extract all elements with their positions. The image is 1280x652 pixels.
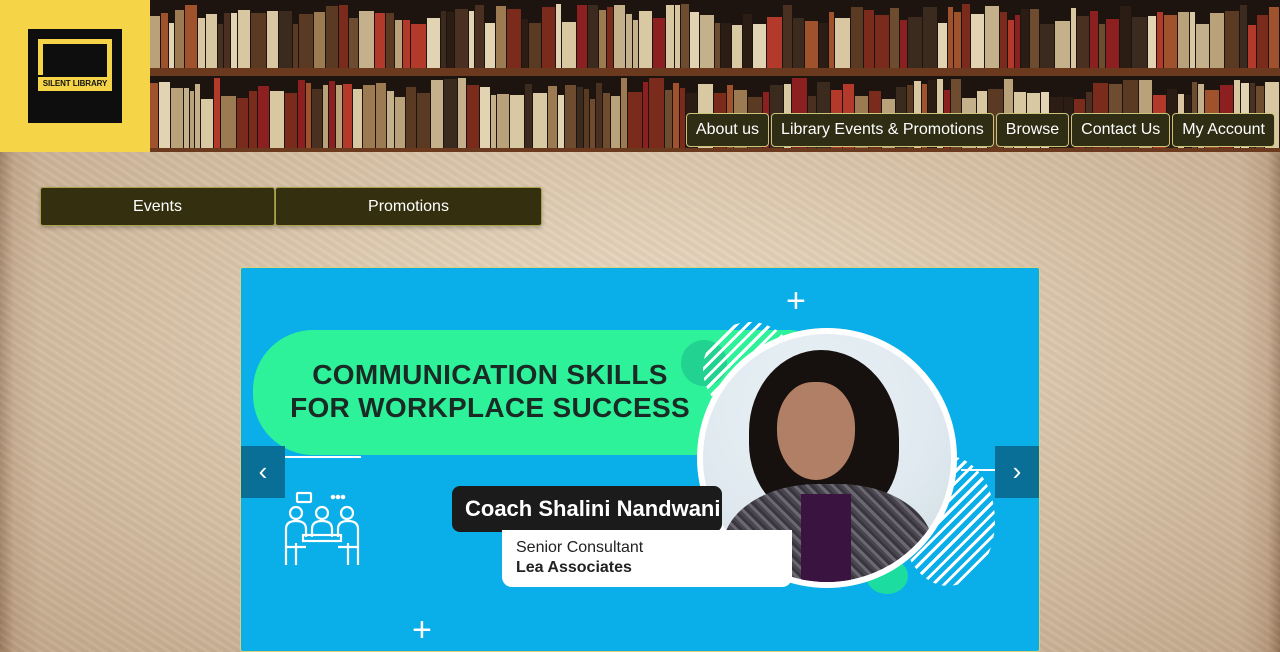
- nav-contact-us[interactable]: Contact Us: [1071, 113, 1171, 147]
- nav-my-account[interactable]: My Account: [1172, 113, 1275, 147]
- headline-line-2: FOR WORKPLACE SUCCESS: [290, 392, 690, 423]
- logo-text: SILENT LIBRARY: [38, 77, 112, 91]
- event-carousel: + + COMMUNICATION SKILLS FOR WORKPLACE S…: [240, 267, 1040, 652]
- site-header: SILENT LIBRARY About us Library Events &…: [0, 0, 1280, 152]
- headline-line-1: COMMUNICATION SKILLS: [312, 359, 668, 390]
- meeting-icon: [283, 491, 361, 576]
- speaker-company: Lea Associates: [516, 559, 632, 576]
- slide-headline: COMMUNICATION SKILLS FOR WORKPLACE SUCCE…: [275, 358, 705, 424]
- logo[interactable]: SILENT LIBRARY: [0, 0, 150, 152]
- nav-library-events-promotions[interactable]: Library Events & Promotions: [771, 113, 994, 147]
- chevron-left-icon: ‹: [258, 456, 268, 486]
- carousel-prev-button[interactable]: ‹: [241, 446, 285, 498]
- speaker-details: Senior Consultant Lea Associates: [502, 530, 792, 587]
- main-nav: About us Library Events & Promotions Bro…: [685, 113, 1275, 147]
- speaker-name: Coach Shalini Nandwani: [452, 486, 722, 532]
- tab-events[interactable]: Events: [40, 187, 275, 226]
- logo-mark: SILENT LIBRARY: [28, 29, 122, 123]
- tab-promotions[interactable]: Promotions: [275, 187, 542, 226]
- plus-decoration-icon: +: [786, 282, 806, 320]
- nav-about-us[interactable]: About us: [685, 113, 770, 147]
- carousel-next-button[interactable]: ›: [995, 446, 1039, 498]
- content-tabs: Events Promotions: [40, 187, 542, 226]
- nav-browse[interactable]: Browse: [995, 113, 1070, 147]
- plus-decoration-icon: +: [412, 611, 432, 649]
- speaker-role: Senior Consultant: [516, 539, 644, 556]
- chevron-right-icon: ›: [1012, 456, 1022, 486]
